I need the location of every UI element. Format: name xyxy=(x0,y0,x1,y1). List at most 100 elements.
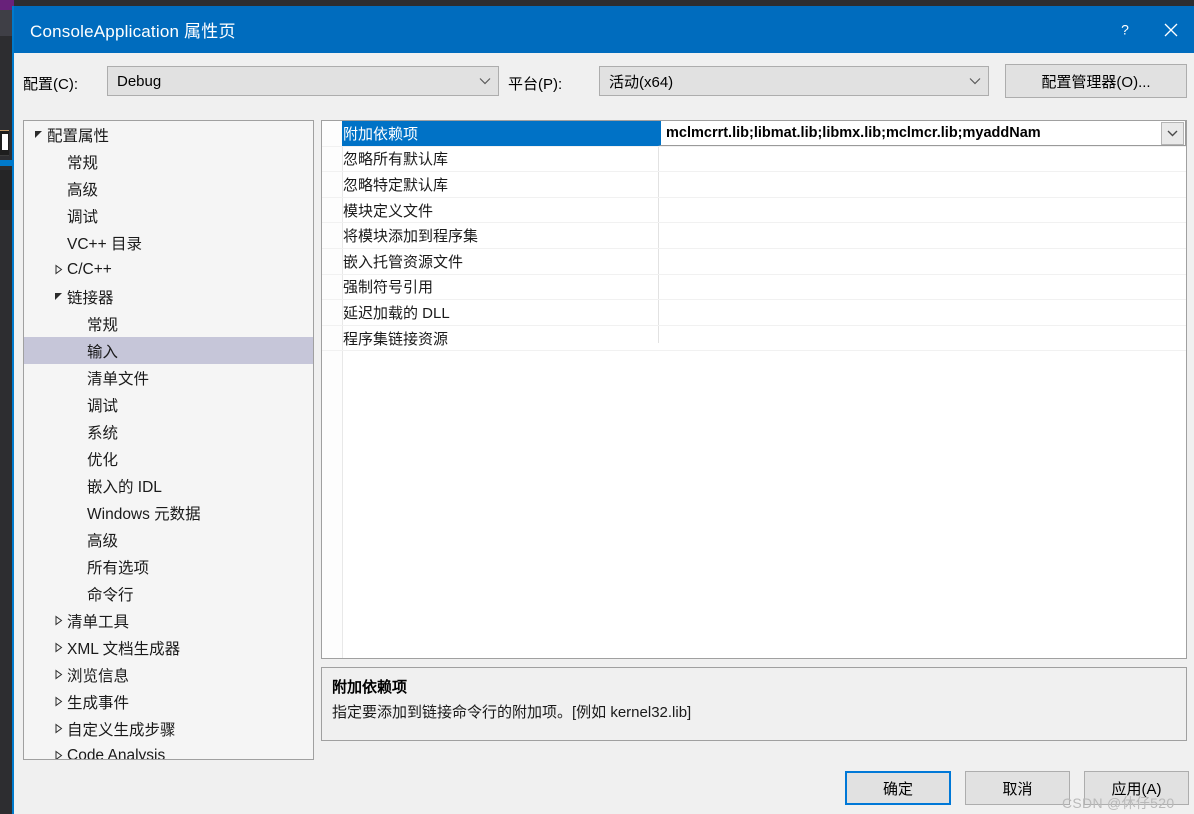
triangle-right-icon[interactable] xyxy=(50,615,67,626)
tree-item-label: 常规 xyxy=(87,316,119,334)
grid-property-value-cell[interactable] xyxy=(658,275,1186,300)
ide-document-inner-strip xyxy=(2,134,8,150)
description-title: 附加依赖项 xyxy=(332,679,408,696)
grid-row[interactable]: 忽略特定默认库 xyxy=(322,172,1186,198)
cancel-button[interactable]: 取消 xyxy=(965,771,1070,805)
tree-item-label: XML 文档生成器 xyxy=(67,640,181,658)
grid-property-value-cell[interactable]: mclmcrrt.lib;libmat.lib;libmx.lib;mclmcr… xyxy=(658,121,1186,146)
description-text: 指定要添加到链接命令行的附加项。[例如 kernel32.lib] xyxy=(332,704,692,721)
tree-item-22[interactable]: 自定义生成步骤 xyxy=(24,715,313,742)
grid-property-value-cell[interactable] xyxy=(658,326,1186,351)
grid-property-name: 程序集链接资源 xyxy=(343,330,449,348)
grid-property-name: 忽略所有默认库 xyxy=(343,151,449,169)
grid-row[interactable]: 忽略所有默认库 xyxy=(322,147,1186,173)
grid-row[interactable]: 程序集链接资源 xyxy=(322,326,1186,352)
configuration-value: Debug xyxy=(117,72,162,90)
tree-item-18[interactable]: 清单工具 xyxy=(24,607,313,634)
tree-item-label: 命令行 xyxy=(87,586,134,604)
tree-item-5[interactable]: C/C++ xyxy=(24,256,313,283)
grid-property-value-cell[interactable] xyxy=(658,300,1186,325)
tree-item-11[interactable]: 系统 xyxy=(24,418,313,445)
tree-item-label: 调试 xyxy=(67,208,99,226)
chevron-down-icon[interactable] xyxy=(1161,121,1184,145)
property-pages-dialog: ConsoleApplication 属性页 ? 配置(C): Debug 平台… xyxy=(12,6,1194,814)
tree-item-label: 配置属性 xyxy=(47,127,110,145)
property-tree[interactable]: 配置属性 常规 高级 调试 VC++ 目录 C/C++ 链接器 常规 输入 清单文件 调试 系统 优化嵌… xyxy=(23,120,314,760)
tree-item-1[interactable]: 常规 xyxy=(24,148,313,175)
tree-item-3[interactable]: 调试 xyxy=(24,202,313,229)
tree-item-label: 清单文件 xyxy=(87,370,150,388)
configuration-label: 配置(C): xyxy=(23,76,78,93)
triangle-right-icon[interactable] xyxy=(50,264,67,275)
grid-rows-container: 附加依赖项 mclmcrrt.lib;libmat.lib;libmx.lib;m… xyxy=(322,121,1186,352)
grid-row[interactable]: 将模块添加到程序集 xyxy=(322,223,1186,249)
grid-property-name: 强制符号引用 xyxy=(343,279,434,297)
help-icon[interactable]: ? xyxy=(1102,6,1148,53)
svg-text:?: ? xyxy=(1121,22,1129,38)
tree-item-4[interactable]: VC++ 目录 xyxy=(24,229,313,256)
tree-item-12[interactable]: 优化 xyxy=(24,445,313,472)
apply-button[interactable]: 应用(A) xyxy=(1084,771,1189,805)
configuration-dropdown[interactable]: Debug xyxy=(107,66,499,96)
tree-item-label: 系统 xyxy=(87,424,119,442)
tree-item-7[interactable]: 常规 xyxy=(24,310,313,337)
grid-property-name: 附加依赖项 xyxy=(342,121,658,146)
triangle-down-icon[interactable] xyxy=(50,291,67,302)
tree-item-21[interactable]: 生成事件 xyxy=(24,688,313,715)
grid-property-name: 将模块添加到程序集 xyxy=(343,228,479,246)
tree-item-label: 自定义生成步骤 xyxy=(67,721,176,739)
grid-row[interactable]: 延迟加载的 DLL xyxy=(322,300,1186,326)
grid-value-text: mclmcrrt.lib;libmat.lib;libmx.lib;mclmcr… xyxy=(666,125,1041,141)
tree-item-label: 嵌入的 IDL xyxy=(87,478,162,496)
triangle-down-icon[interactable] xyxy=(30,129,47,140)
tree-item-2[interactable]: 高级 xyxy=(24,175,313,202)
tree-item-label: 所有选项 xyxy=(87,559,150,577)
tree-item-label: 高级 xyxy=(87,532,119,550)
dialog-title-bar: ConsoleApplication 属性页 ? xyxy=(14,6,1194,53)
triangle-right-icon[interactable] xyxy=(50,723,67,734)
tree-item-label: 浏览信息 xyxy=(67,667,130,685)
description-panel: 附加依赖项 指定要添加到链接命令行的附加项。[例如 kernel32.lib] xyxy=(321,667,1187,741)
grid-row[interactable]: 强制符号引用 xyxy=(322,275,1186,301)
configuration-manager-button[interactable]: 配置管理器(O)... xyxy=(1005,64,1187,98)
tree-item-10[interactable]: 调试 xyxy=(24,391,313,418)
tree-item-label: 生成事件 xyxy=(67,694,130,712)
tree-item-label: 优化 xyxy=(87,451,119,469)
grid-row[interactable]: 嵌入托管资源文件 xyxy=(322,249,1186,275)
tree-item-16[interactable]: 所有选项 xyxy=(24,553,313,580)
grid-property-name: 模块定义文件 xyxy=(343,202,434,220)
grid-property-value-cell[interactable] xyxy=(658,249,1186,274)
tree-item-6[interactable]: 链接器 xyxy=(24,283,313,310)
platform-dropdown[interactable]: 活动(x64) xyxy=(599,66,989,96)
tree-item-0[interactable]: 配置属性 xyxy=(24,121,313,148)
tree-item-label: 高级 xyxy=(67,181,99,199)
tree-item-14[interactable]: Windows 元数据 xyxy=(24,499,313,526)
grid-property-value-cell[interactable] xyxy=(658,172,1186,197)
tree-item-label: 调试 xyxy=(87,397,119,415)
grid-row[interactable]: 模块定义文件 xyxy=(322,198,1186,224)
tree-item-label: 输入 xyxy=(87,343,119,361)
tree-item-19[interactable]: XML 文档生成器 xyxy=(24,634,313,661)
grid-property-value-cell[interactable] xyxy=(658,198,1186,223)
ok-button[interactable]: 确定 xyxy=(845,771,951,805)
tree-item-label: 清单工具 xyxy=(67,613,130,631)
grid-property-value-cell[interactable] xyxy=(658,147,1186,172)
triangle-right-icon[interactable] xyxy=(50,642,67,653)
grid-property-value-cell[interactable] xyxy=(658,223,1186,248)
platform-label: 平台(P): xyxy=(508,76,563,93)
property-grid[interactable]: 附加依赖项 mclmcrrt.lib;libmat.lib;libmx.lib;m… xyxy=(321,120,1187,659)
tree-item-label: 常规 xyxy=(67,154,99,172)
tree-item-15[interactable]: 高级 xyxy=(24,526,313,553)
close-icon[interactable] xyxy=(1148,6,1194,53)
tree-item-13[interactable]: 嵌入的 IDL xyxy=(24,472,313,499)
tree-item-label: VC++ 目录 xyxy=(67,235,142,253)
grid-property-name: 忽略特定默认库 xyxy=(343,176,449,194)
tree-item-8[interactable]: 输入 xyxy=(24,337,313,364)
grid-row[interactable]: 附加依赖项 mclmcrrt.lib;libmat.lib;libmx.lib;m… xyxy=(322,121,1186,147)
triangle-right-icon[interactable] xyxy=(50,669,67,680)
tree-item-17[interactable]: 命令行 xyxy=(24,580,313,607)
grid-value-editor[interactable]: mclmcrrt.lib;libmat.lib;libmx.lib;mclmcr… xyxy=(658,121,1186,146)
tree-item-20[interactable]: 浏览信息 xyxy=(24,661,313,688)
triangle-right-icon[interactable] xyxy=(50,696,67,707)
tree-item-9[interactable]: 清单文件 xyxy=(24,364,313,391)
